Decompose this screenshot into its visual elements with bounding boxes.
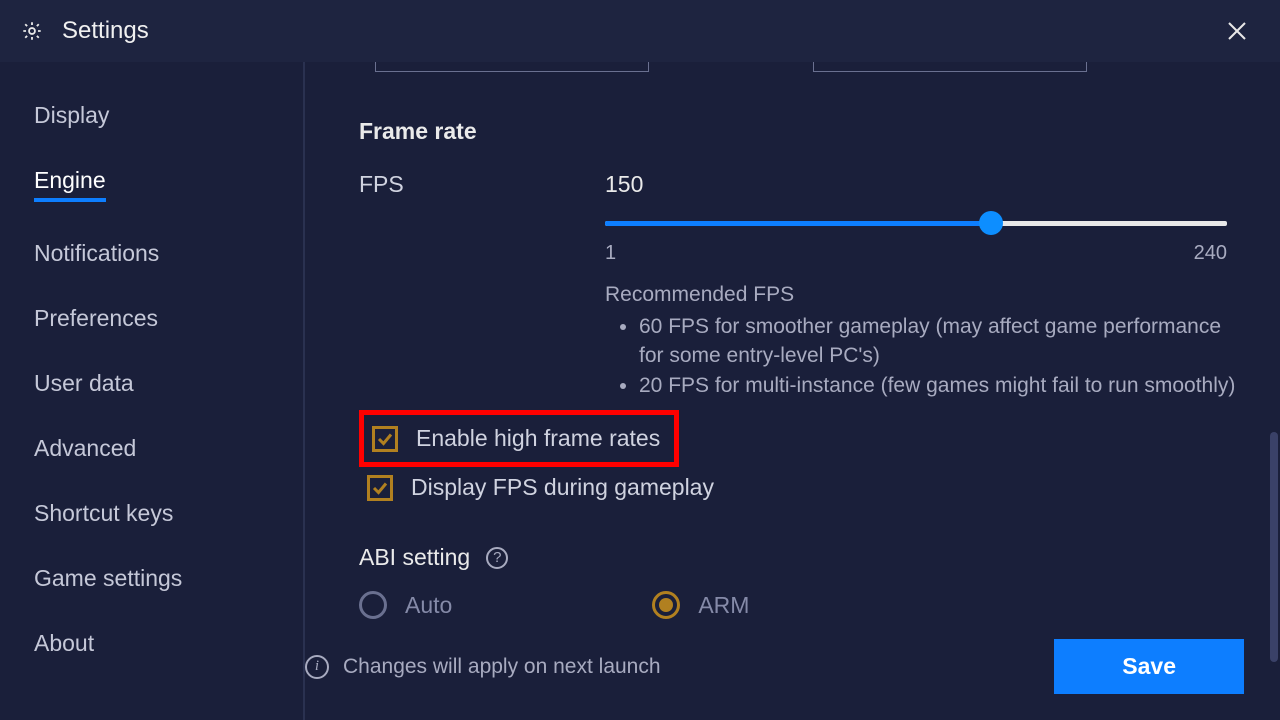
sidebar-item-advanced[interactable]: Advanced xyxy=(34,435,136,462)
content-pane: Frame rate FPS 150 1 240 Recommended FPS… xyxy=(305,62,1280,720)
help-icon[interactable]: ? xyxy=(486,547,508,569)
titlebar: Settings xyxy=(0,0,1280,62)
checkbox-label: Display FPS during gameplay xyxy=(411,474,714,501)
section-title-frame-rate: Frame rate xyxy=(359,118,1244,145)
slider-max: 240 xyxy=(1194,242,1227,265)
radio-abi-auto[interactable]: Auto xyxy=(359,591,452,619)
radio-label: Auto xyxy=(405,592,452,619)
sidebar-item-engine[interactable]: Engine xyxy=(34,167,106,202)
dropdown-stub[interactable] xyxy=(813,62,1087,72)
recommendation-item: 60 FPS for smoother gameplay (may affect… xyxy=(639,313,1244,370)
radio-icon[interactable] xyxy=(359,591,387,619)
section-title-abi: ABI setting ? xyxy=(359,544,1244,571)
sidebar-item-notifications[interactable]: Notifications xyxy=(34,240,159,267)
checkbox-icon[interactable] xyxy=(367,475,393,501)
save-button[interactable]: Save xyxy=(1054,639,1244,694)
checkbox-icon[interactable] xyxy=(372,426,398,452)
slider-min: 1 xyxy=(605,242,616,265)
recommended-block: Recommended FPS 60 FPS for smoother game… xyxy=(605,281,1244,400)
close-button[interactable] xyxy=(1222,16,1252,46)
recommendation-item: 20 FPS for multi-instance (few games mig… xyxy=(639,372,1244,400)
recommended-title: Recommended FPS xyxy=(605,281,1244,309)
slider-thumb[interactable] xyxy=(979,211,1003,235)
sidebar-item-display[interactable]: Display xyxy=(34,102,109,129)
sidebar-item-game-settings[interactable]: Game settings xyxy=(34,565,182,592)
fps-value: 150 xyxy=(605,171,1244,198)
fps-label: FPS xyxy=(359,171,605,198)
sidebar-item-user-data[interactable]: User data xyxy=(34,370,134,397)
gear-icon xyxy=(20,19,44,43)
sidebar: Display Engine Notifications Preferences… xyxy=(0,62,305,720)
slider-fill xyxy=(605,221,991,226)
sidebar-item-shortcut-keys[interactable]: Shortcut keys xyxy=(34,500,173,527)
sidebar-item-preferences[interactable]: Preferences xyxy=(34,305,158,332)
checkbox-row-display-fps[interactable]: Display FPS during gameplay xyxy=(359,469,1244,506)
scrollbar-thumb[interactable] xyxy=(1270,432,1278,662)
radio-label: ARM xyxy=(698,592,749,619)
info-icon: i xyxy=(305,655,329,679)
page-title: Settings xyxy=(62,17,149,45)
dropdown-stub[interactable] xyxy=(375,62,649,72)
checkbox-label: Enable high frame rates xyxy=(416,425,660,452)
sidebar-item-about[interactable]: About xyxy=(34,630,94,657)
checkbox-row-high-fps[interactable]: Enable high frame rates xyxy=(359,410,679,467)
footer-note: i Changes will apply on next launch xyxy=(305,655,661,679)
fps-slider[interactable] xyxy=(605,212,1227,236)
radio-icon[interactable] xyxy=(652,591,680,619)
radio-abi-arm[interactable]: ARM xyxy=(652,591,749,619)
